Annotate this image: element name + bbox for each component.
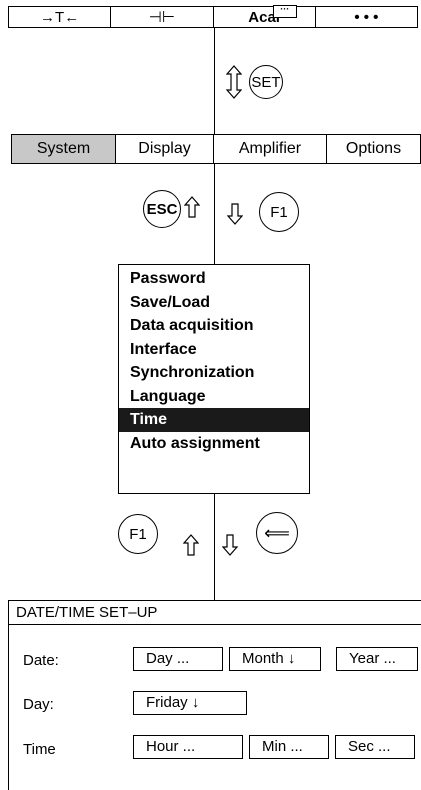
year-field[interactable]: Year ... bbox=[336, 647, 418, 671]
esc-key-label: ESC bbox=[146, 200, 178, 218]
tare-icon: →T← bbox=[40, 8, 80, 26]
up-down-arrow-icon bbox=[226, 65, 242, 99]
month-dropdown[interactable]: Month ↓ bbox=[229, 647, 321, 671]
day-label: Day: bbox=[23, 696, 54, 713]
tab-display[interactable]: Display bbox=[115, 134, 213, 164]
dialog-border bbox=[8, 625, 9, 790]
menu-item-auto-assignment[interactable]: Auto assignment bbox=[119, 432, 309, 456]
set-key[interactable]: SET bbox=[249, 65, 283, 99]
more-dots-icon: • • • bbox=[354, 8, 379, 26]
up-arrow-icon bbox=[184, 196, 200, 218]
menu-item-synchronization[interactable]: Synchronization bbox=[119, 361, 309, 385]
up-arrow-icon bbox=[183, 534, 199, 556]
connector-line bbox=[214, 164, 215, 264]
menu-item-data-acquisition[interactable]: Data acquisition bbox=[119, 314, 309, 338]
tab-amplifier[interactable]: Amplifier bbox=[213, 134, 326, 164]
tab-system[interactable]: System bbox=[11, 134, 115, 164]
menu-item-password[interactable]: Password bbox=[119, 267, 309, 291]
time-label: Time bbox=[23, 741, 56, 758]
tab-label: System bbox=[36, 140, 91, 157]
tare-key[interactable]: →T← bbox=[9, 7, 112, 27]
down-arrow-icon bbox=[227, 203, 243, 225]
enter-key[interactable]: ⟸ bbox=[256, 512, 298, 554]
system-menu: Password Save/Load Data acquisition Inte… bbox=[118, 264, 310, 494]
dialog-title: DATE/TIME SET–UP bbox=[8, 600, 421, 625]
minute-field[interactable]: Min ... bbox=[249, 735, 329, 759]
f1-key-lower[interactable]: F1 bbox=[118, 514, 158, 554]
tab-options[interactable]: Options bbox=[326, 134, 421, 164]
acal-key[interactable]: Acal ··· bbox=[214, 5, 316, 27]
enter-icon: ⟸ bbox=[264, 522, 290, 543]
second-field[interactable]: Sec ... bbox=[335, 735, 415, 759]
menu-item-interface[interactable]: Interface bbox=[119, 338, 309, 362]
tab-bar: System Display Amplifier Options bbox=[11, 134, 421, 164]
menu-item-time[interactable]: Time bbox=[119, 408, 309, 432]
tab-label: Display bbox=[138, 140, 191, 157]
menu-item-language[interactable]: Language bbox=[119, 385, 309, 409]
f1-key[interactable]: F1 bbox=[259, 192, 299, 232]
connector-line bbox=[214, 28, 215, 134]
tab-label: Amplifier bbox=[238, 140, 302, 157]
f1-key-label: F1 bbox=[129, 525, 147, 543]
ellipsis-badge-icon: ··· bbox=[272, 5, 297, 18]
down-arrow-icon bbox=[222, 534, 238, 556]
weekday-dropdown[interactable]: Friday ↓ bbox=[133, 691, 247, 715]
esc-key[interactable]: ESC bbox=[143, 190, 181, 228]
hour-field[interactable]: Hour ... bbox=[133, 735, 243, 759]
tab-label: Options bbox=[345, 140, 402, 157]
f1-key-label: F1 bbox=[270, 203, 288, 221]
set-key-label: SET bbox=[251, 73, 281, 91]
day-of-month-field[interactable]: Day ... bbox=[133, 647, 223, 671]
more-key[interactable]: • • • bbox=[316, 7, 417, 27]
connector-line bbox=[214, 494, 215, 600]
zero-key[interactable]: ⊣⊢ bbox=[111, 7, 214, 27]
date-label: Date: bbox=[23, 652, 59, 669]
zero-icon: ⊣⊢ bbox=[148, 9, 175, 26]
function-key-bar: →T← ⊣⊢ Acal ··· • • • bbox=[8, 5, 418, 28]
menu-item-save-load[interactable]: Save/Load bbox=[119, 291, 309, 315]
